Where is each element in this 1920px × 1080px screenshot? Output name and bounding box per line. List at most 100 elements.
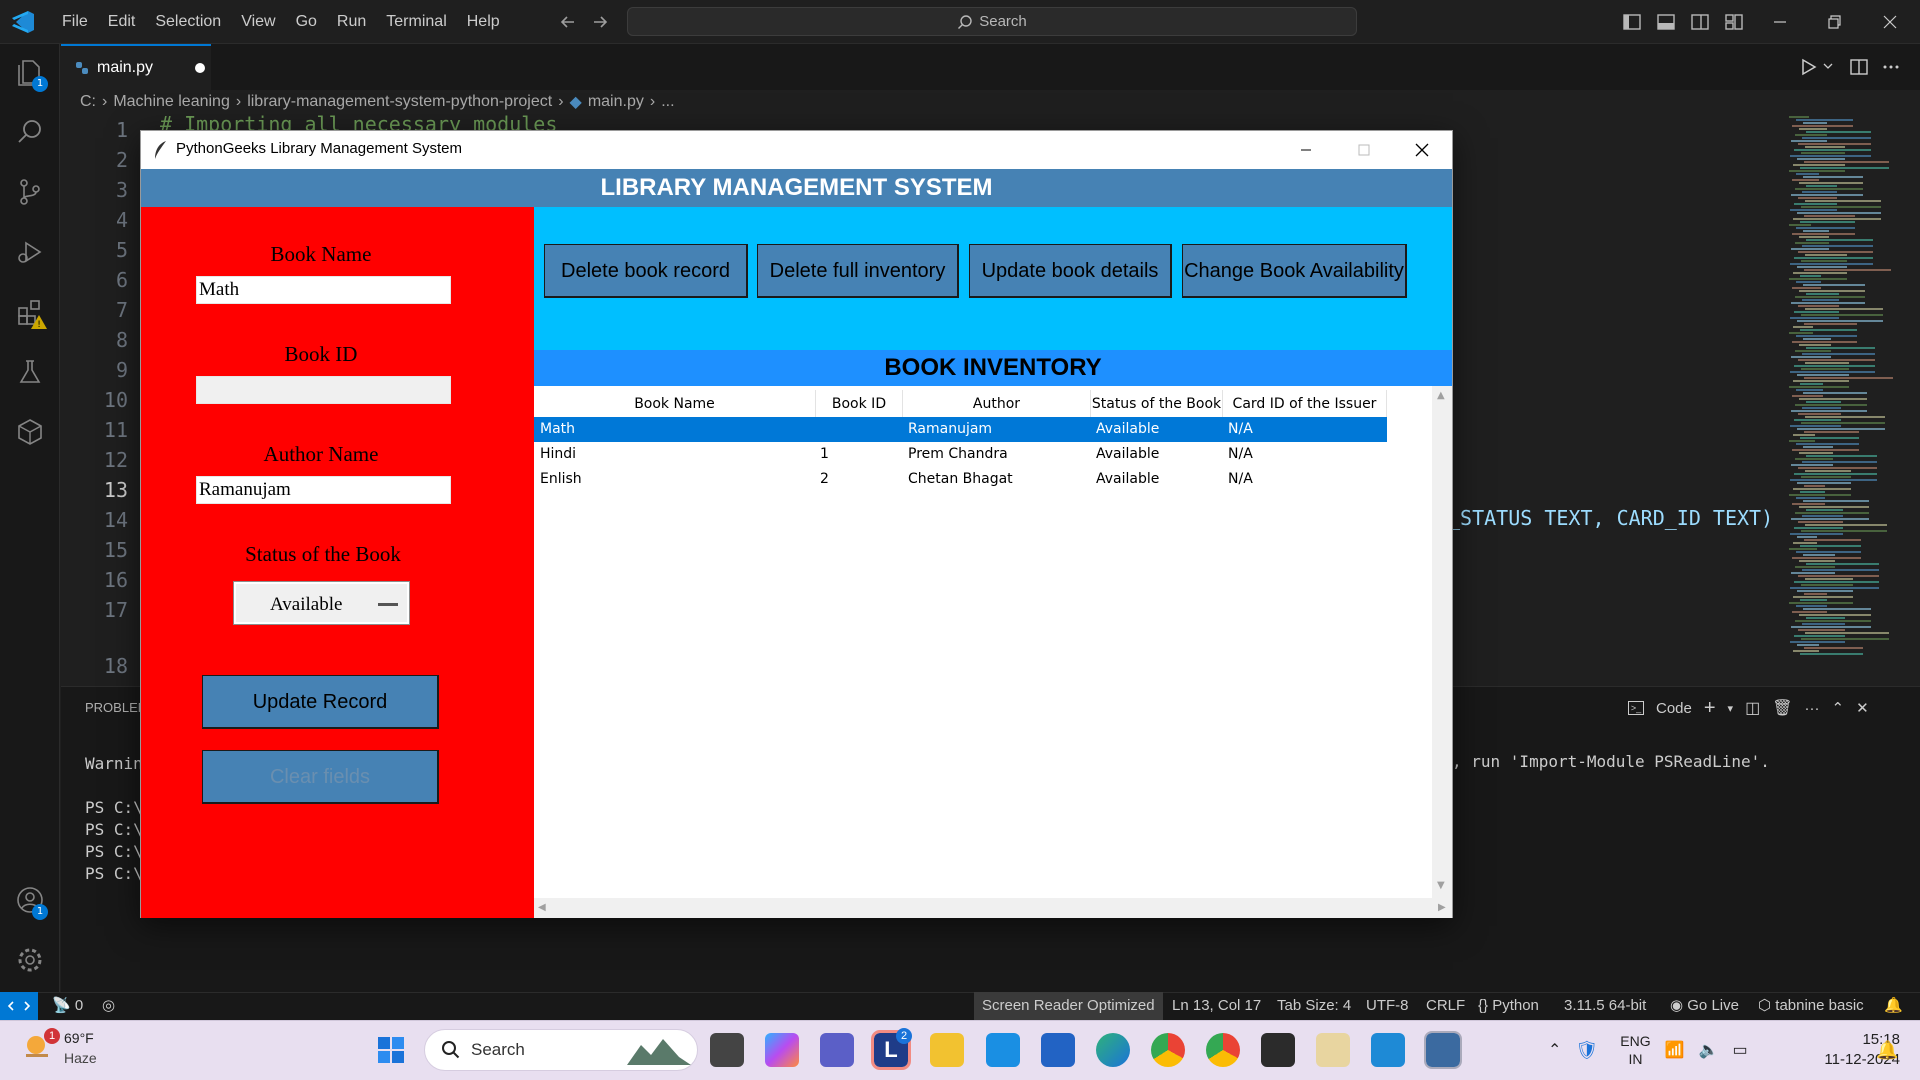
tabnine-status[interactable]: ⬡ tabnine basic: [1758, 992, 1864, 1020]
minimize-icon[interactable]: [1768, 10, 1792, 34]
line-ending[interactable]: CRLF: [1426, 992, 1465, 1020]
clear-fields-button[interactable]: Clear fields: [202, 750, 439, 804]
book-id-input[interactable]: [196, 376, 451, 404]
terminal-icon[interactable]: [1261, 1033, 1295, 1067]
terminal-icon[interactable]: >_: [1628, 701, 1644, 715]
menu-view[interactable]: View: [231, 0, 285, 44]
column-header-book-name[interactable]: Book Name: [534, 390, 816, 418]
battery-icon[interactable]: ▭: [1732, 1040, 1747, 1060]
maximize-icon[interactable]: [1341, 135, 1387, 165]
wifi-icon[interactable]: 📶: [1665, 1040, 1685, 1060]
menu-terminal[interactable]: Terminal: [376, 0, 456, 44]
more-actions-icon[interactable]: ···: [1805, 700, 1820, 717]
teams-icon[interactable]: [820, 1033, 854, 1067]
column-header-status[interactable]: Status of the Book: [1091, 390, 1223, 418]
chrome-icon[interactable]: [1151, 1033, 1185, 1067]
run-file-icon[interactable]: [1797, 56, 1819, 78]
scroll-left-icon[interactable]: ◀: [538, 902, 546, 913]
menu-go[interactable]: Go: [286, 0, 327, 44]
gear-icon[interactable]: [14, 944, 46, 976]
tab-size[interactable]: Tab Size: 4: [1277, 992, 1351, 1020]
menu-selection[interactable]: Selection: [145, 0, 231, 44]
run-debug-icon[interactable]: [14, 236, 46, 268]
book-name-input[interactable]: Math: [196, 276, 451, 304]
chevron-down-icon[interactable]: [1822, 60, 1834, 72]
cursor-position[interactable]: Ln 13, Col 17: [1172, 992, 1261, 1020]
split-editor-icon[interactable]: [1848, 56, 1870, 78]
trash-icon[interactable]: 🗑: [1772, 698, 1792, 718]
volume-icon[interactable]: 🔈: [1699, 1040, 1719, 1060]
chevron-up-icon[interactable]: ⌃: [1548, 1040, 1561, 1060]
language-mode[interactable]: {} Python: [1478, 992, 1539, 1020]
breadcrumb-drive[interactable]: C:: [80, 93, 96, 111]
remote-indicator-icon[interactable]: [0, 992, 38, 1020]
horizontal-scrollbar[interactable]: ◀ ▶: [534, 898, 1452, 918]
unsaved-dot-icon[interactable]: [195, 63, 206, 73]
chrome-profile-icon[interactable]: [1206, 1033, 1240, 1067]
table-row[interactable]: Enlish 2 Chetan Bhagat Available N/A: [534, 467, 1387, 492]
minimap[interactable]: [1785, 114, 1907, 686]
chevron-down-icon[interactable]: ▾: [1728, 702, 1734, 715]
vertical-scrollbar[interactable]: ▲ ▼: [1432, 386, 1452, 898]
restore-icon[interactable]: [1822, 10, 1846, 34]
toggle-sidebar-icon[interactable]: [1620, 10, 1644, 34]
file-explorer-icon[interactable]: [930, 1033, 964, 1067]
author-name-input[interactable]: Ramanujam: [196, 476, 451, 504]
arrow-left-icon[interactable]: [556, 10, 580, 34]
task-view-icon[interactable]: [710, 1033, 744, 1067]
menu-file[interactable]: File: [52, 0, 98, 44]
tk-app-icon[interactable]: [1424, 1031, 1462, 1069]
testing-icon[interactable]: [14, 356, 46, 388]
python-interpreter[interactable]: 3.11.5 64-bit: [1564, 992, 1646, 1020]
minimize-icon[interactable]: [1283, 135, 1329, 165]
copilot-icon[interactable]: [765, 1033, 799, 1067]
remote-explorer-icon[interactable]: [14, 416, 46, 448]
source-control-icon[interactable]: [14, 176, 46, 208]
tab-main-py[interactable]: main.py: [61, 44, 211, 90]
close-panel-icon[interactable]: ✕: [1856, 699, 1869, 717]
breadcrumb-folder[interactable]: Machine leaning: [113, 93, 230, 111]
code-fragment[interactable]: _STATUS TEXT, CARD_ID TEXT): [1448, 506, 1773, 530]
go-live-status[interactable]: ◉ Go Live: [1670, 992, 1739, 1020]
windows-start-icon[interactable]: [376, 1035, 406, 1065]
split-terminal-icon[interactable]: ◫: [1745, 698, 1760, 718]
table-row-selected[interactable]: Math Ramanujam Available N/A: [534, 417, 1387, 442]
toggle-panel-icon[interactable]: [1654, 10, 1678, 34]
check-circle-icon[interactable]: ◎: [102, 992, 115, 1020]
search-icon[interactable]: [14, 116, 46, 148]
weather-widget[interactable]: 1 69°F Haze: [22, 1028, 132, 1072]
screen-reader-status[interactable]: Screen Reader Optimized: [974, 992, 1163, 1020]
menu-run[interactable]: Run: [327, 0, 376, 44]
more-actions-icon[interactable]: [1880, 56, 1902, 78]
security-icon[interactable]: 🛡: [1575, 1040, 1598, 1061]
bell-icon[interactable]: 🔔: [1884, 992, 1903, 1020]
language-indicator[interactable]: ENG IN: [1620, 1032, 1650, 1068]
table-row[interactable]: Hindi 1 Prem Chandra Available N/A: [534, 442, 1387, 467]
vscode-icon[interactable]: [1371, 1033, 1405, 1067]
app-icon[interactable]: [986, 1033, 1020, 1067]
column-header-book-id[interactable]: Book ID: [816, 390, 903, 418]
breadcrumb-file[interactable]: main.py: [588, 93, 644, 111]
terminal-profile-label[interactable]: Code: [1656, 700, 1692, 717]
toggle-secondary-sidebar-icon[interactable]: [1688, 10, 1712, 34]
close-icon[interactable]: [1878, 10, 1902, 34]
command-center-search[interactable]: Search: [627, 7, 1357, 36]
close-icon[interactable]: [1399, 135, 1445, 165]
column-header-card-id[interactable]: Card ID of the Issuer: [1223, 390, 1387, 418]
change-availability-button[interactable]: Change Book Availability: [1182, 244, 1407, 298]
scroll-right-icon[interactable]: ▶: [1438, 902, 1446, 913]
menu-edit[interactable]: Edit: [98, 0, 146, 44]
add-terminal-icon[interactable]: +: [1704, 697, 1716, 720]
delete-full-inventory-button[interactable]: Delete full inventory: [757, 244, 959, 298]
arrow-right-icon[interactable]: [588, 10, 612, 34]
edge-icon[interactable]: [1096, 1033, 1130, 1067]
scroll-up-icon[interactable]: ▲: [1437, 390, 1445, 401]
scroll-down-icon[interactable]: ▼: [1437, 880, 1445, 891]
menu-help[interactable]: Help: [457, 0, 510, 44]
breadcrumb-symbol[interactable]: ...: [661, 93, 674, 111]
encoding[interactable]: UTF-8: [1366, 992, 1409, 1020]
notification-bell-icon[interactable]: 🔔: [1876, 1040, 1898, 1061]
customize-layout-icon[interactable]: [1722, 10, 1746, 34]
delete-book-record-button[interactable]: Delete book record: [544, 244, 748, 298]
chevron-up-icon[interactable]: ⌃: [1832, 699, 1845, 717]
